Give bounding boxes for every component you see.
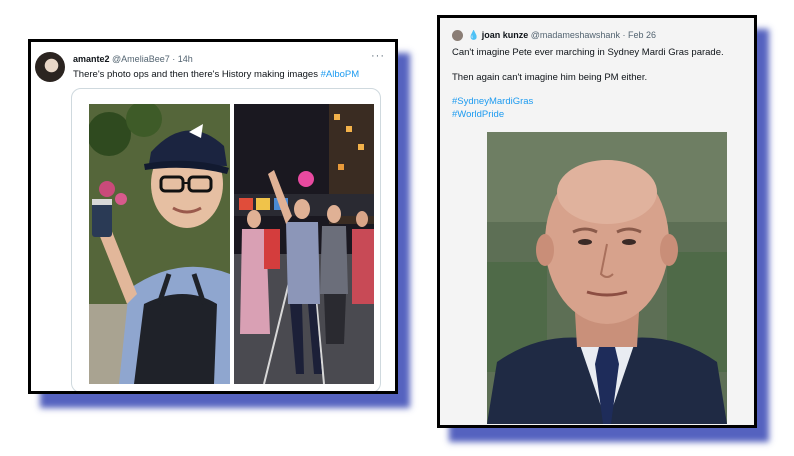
tweet-text: There's photo ops and then there's Histo… <box>73 69 359 80</box>
display-name[interactable]: amante2 <box>73 54 110 64</box>
tweet-line: Can't imagine Pete ever marching in Sydn… <box>452 47 724 58</box>
man-in-cap-and-apron-photo[interactable] <box>89 104 230 384</box>
timestamp[interactable]: · Feb 26 <box>622 30 656 40</box>
left-tweet-card[interactable]: amante2 @AmeliaBee7 · 14h ··· There's ph… <box>28 39 398 394</box>
handle[interactable]: @madameshawshank <box>531 30 620 40</box>
handle[interactable]: @AmeliaBee7 <box>112 54 170 64</box>
bald-man-in-suit-photo[interactable] <box>487 132 727 424</box>
hashtag-link[interactable]: #AlboPM <box>321 69 360 80</box>
water-drop-icon: 💧 <box>468 30 480 40</box>
line-spacer <box>452 84 724 96</box>
display-name[interactable]: joan kunze <box>482 30 529 40</box>
tweet-header: 💧 joan kunze @madameshawshank · Feb 26 <box>468 30 656 41</box>
tweet-line: Then again can't imagine him being PM ei… <box>452 71 648 83</box>
tweet-text: Can't imagine Pete ever marching in Sydn… <box>452 47 724 121</box>
night-parade-march-photo[interactable] <box>234 104 374 384</box>
tweet-header: amante2 @AmeliaBee7 · 14h <box>73 54 193 64</box>
more-options-icon[interactable]: ··· <box>371 50 385 62</box>
user-avatar[interactable] <box>452 30 463 41</box>
user-avatar[interactable] <box>35 52 65 82</box>
hashtag-link[interactable]: #WorldPride <box>452 109 724 122</box>
line-spacer <box>452 60 724 72</box>
timestamp[interactable]: · 14h <box>172 54 193 64</box>
right-tweet-card[interactable]: 💧 joan kunze @madameshawshank · Feb 26 C… <box>437 15 757 428</box>
hashtag-link[interactable]: #SydneyMardiGras <box>452 96 724 109</box>
tweet-body: There's photo ops and then there's Histo… <box>73 69 321 80</box>
